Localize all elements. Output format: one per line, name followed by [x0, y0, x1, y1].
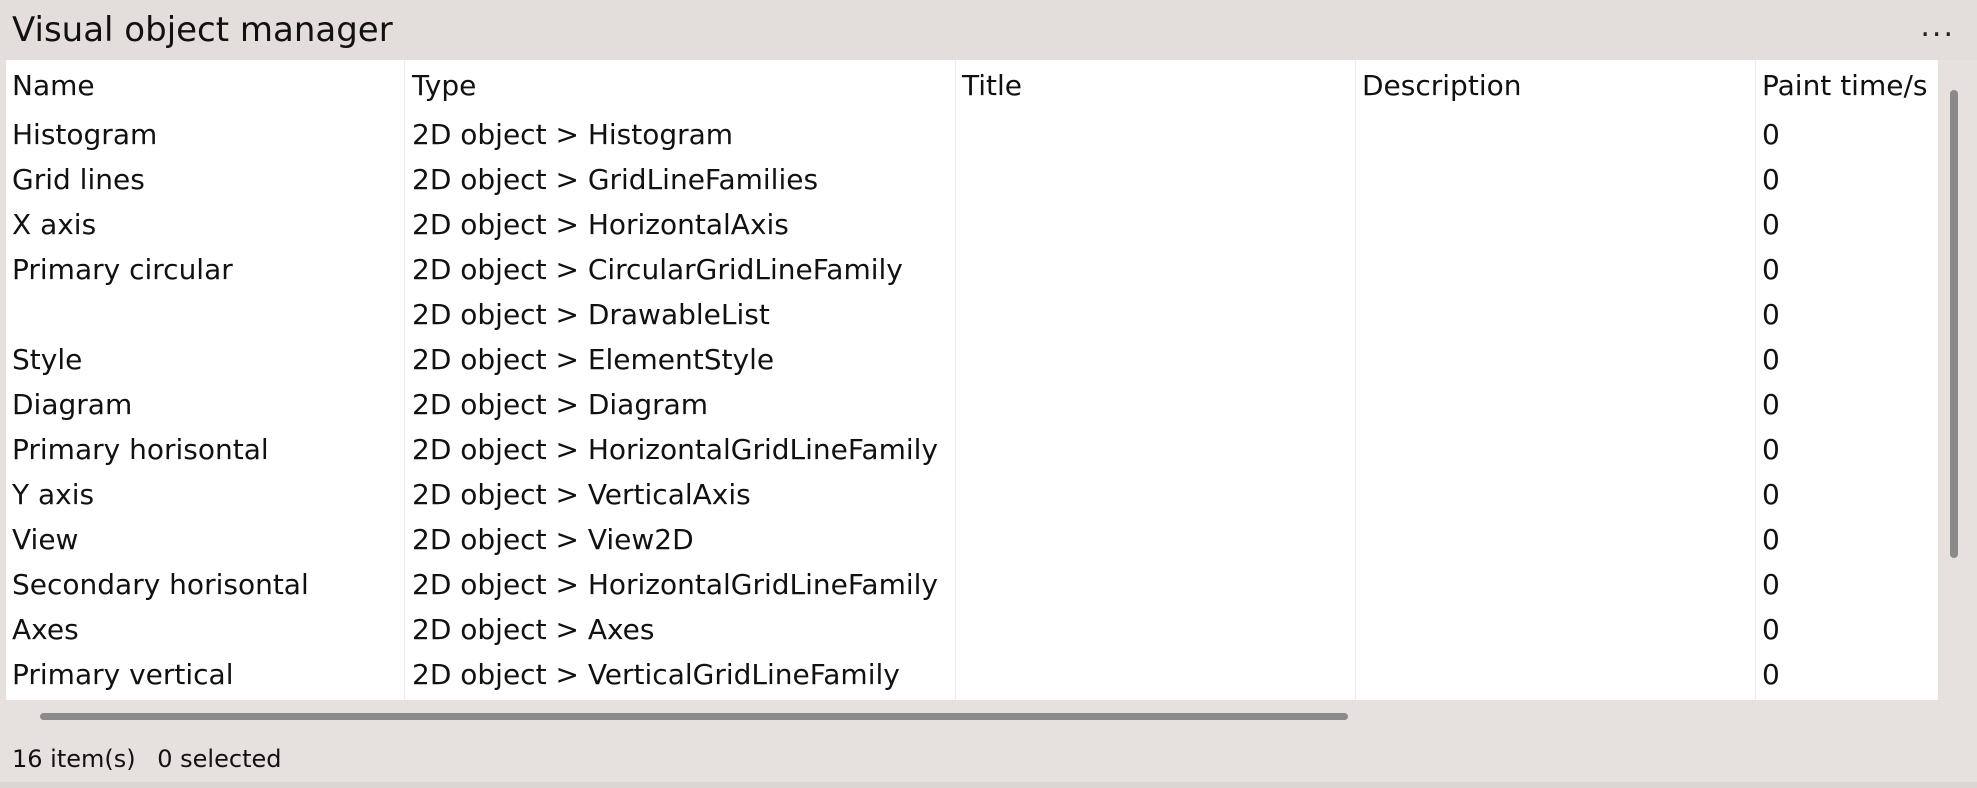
cell-paint-time: 0: [1762, 478, 1780, 511]
cell-type: 2D object > View2D: [412, 523, 694, 556]
cell-name: Style: [12, 343, 83, 376]
cell-type: 2D object > Axes: [412, 613, 655, 646]
column-header-paint-time[interactable]: Paint time/s: [1762, 68, 1927, 104]
cell-paint-time: 0: [1762, 298, 1780, 331]
cell-name: Diagram: [12, 388, 133, 421]
cell-paint-time: 0: [1762, 253, 1780, 286]
vertical-scrollbar[interactable]: [1950, 90, 1958, 558]
cell-name: Grid lines: [12, 163, 145, 196]
cell-paint-time: 0: [1762, 343, 1780, 376]
table-row[interactable]: Grid lines 2D object > GridLineFamilies 0: [6, 157, 1938, 202]
cell-type: 2D object > HorizontalGridLineFamily: [412, 433, 938, 466]
more-options-icon[interactable]: ...: [1920, 12, 1955, 42]
cell-type: 2D object > GridLineFamilies: [412, 163, 819, 196]
table-row[interactable]: X axis 2D object > HorizontalAxis 0: [6, 202, 1938, 247]
horizontal-scrollbar[interactable]: [40, 713, 1348, 720]
cell-type: 2D object > CircularGridLineFamily: [412, 253, 903, 286]
table-row[interactable]: Diagram 2D object > Diagram 0: [6, 382, 1938, 427]
cell-type: 2D object > VerticalAxis: [412, 478, 751, 511]
item-count: 16 item(s): [12, 745, 136, 773]
cell-type: 2D object > HorizontalGridLineFamily: [412, 568, 938, 601]
cell-name: Primary vertical: [12, 658, 234, 691]
cell-paint-time: 0: [1762, 118, 1780, 151]
cell-paint-time: 0: [1762, 613, 1780, 646]
status-bar: 16 item(s) 0 selected: [12, 744, 281, 774]
window-title: Visual object manager: [12, 10, 393, 50]
cell-name: View: [12, 523, 79, 556]
cell-name: Primary circular: [12, 253, 233, 286]
column-header-name[interactable]: Name: [12, 68, 95, 104]
table-header: Name Type Title Description Paint time/s: [6, 60, 1938, 112]
cell-paint-time: 0: [1762, 658, 1780, 691]
table-row[interactable]: View 2D object > View2D 0: [6, 517, 1938, 562]
table-row[interactable]: Primary vertical 2D object > VerticalGrid…: [6, 652, 1938, 697]
table-row[interactable]: Secondary horisontal 2D object > Horizont…: [6, 562, 1938, 607]
table-row[interactable]: Primary horisontal 2D object > Horizontal…: [6, 427, 1938, 472]
cell-type: 2D object > Histogram: [412, 118, 734, 151]
cell-type: 2D object > VerticalGridLineFamily: [412, 658, 900, 691]
column-header-type[interactable]: Type: [412, 68, 476, 104]
column-header-title[interactable]: Title: [962, 68, 1022, 104]
cell-name: Y axis: [12, 478, 95, 511]
cell-paint-time: 0: [1762, 523, 1780, 556]
cell-paint-time: 0: [1762, 163, 1780, 196]
cell-type: 2D object > DrawableList: [412, 298, 770, 331]
table-row[interactable]: Axes 2D object > Axes 0: [6, 607, 1938, 652]
table-row[interactable]: Y axis 2D object > VerticalAxis 0: [6, 472, 1938, 517]
table-row[interactable]: Style 2D object > ElementStyle 0: [6, 337, 1938, 382]
cell-type: 2D object > HorizontalAxis: [412, 208, 789, 241]
table-row[interactable]: Primary circular 2D object > CircularGrid…: [6, 247, 1938, 292]
cell-name: Secondary horisontal: [12, 568, 309, 601]
cell-paint-time: 0: [1762, 568, 1780, 601]
bottom-edge: [0, 782, 1977, 788]
cell-type: 2D object > ElementStyle: [412, 343, 775, 376]
object-table[interactable]: Name Type Title Description Paint time/s…: [6, 60, 1938, 700]
cell-paint-time: 0: [1762, 208, 1780, 241]
column-header-description[interactable]: Description: [1362, 68, 1521, 104]
selected-count: 0 selected: [157, 745, 282, 773]
cell-type: 2D object > Diagram: [412, 388, 709, 421]
cell-name: Histogram: [12, 118, 158, 151]
cell-paint-time: 0: [1762, 433, 1780, 466]
title-bar: Visual object manager ...: [0, 0, 1977, 60]
cell-name: Primary horisontal: [12, 433, 269, 466]
table-row[interactable]: Histogram 2D object > Histogram 0: [6, 112, 1938, 157]
cell-name: X axis: [12, 208, 97, 241]
table-row[interactable]: 2D object > DrawableList 0: [6, 292, 1938, 337]
cell-paint-time: 0: [1762, 388, 1780, 421]
cell-name: Axes: [12, 613, 79, 646]
